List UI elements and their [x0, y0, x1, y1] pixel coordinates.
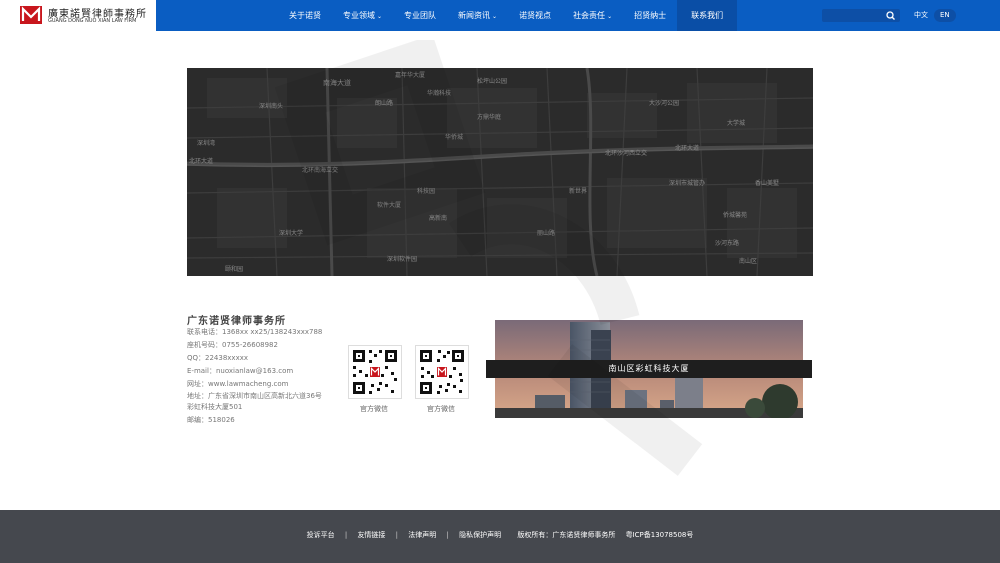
map-label: 北环大道 — [189, 158, 214, 165]
map-label: 松坪山公园 — [477, 78, 508, 85]
map-label: 丽山路 — [537, 230, 556, 237]
footer-link-privacy[interactable]: 隐私保护声明 — [459, 531, 501, 539]
nav-practice-areas[interactable]: 专业领域 ⌄ — [332, 0, 393, 31]
nav-viewpoints[interactable]: 诺贤视点 — [508, 0, 562, 31]
footer-icp[interactable]: 粤ICP备13078508号 — [626, 531, 694, 539]
nav-news[interactable]: 新闻资讯 ⌄ — [447, 0, 508, 31]
map-label: 深圳软件园 — [387, 256, 418, 263]
footer-separator: | — [395, 531, 399, 539]
qr-label: 官方微信 — [427, 405, 455, 413]
chevron-down-icon: ⌄ — [377, 13, 383, 20]
nav-about[interactable]: 关于诺贤 — [278, 0, 332, 31]
location-map[interactable]: 南海大道 嘉年华大厦 松坪山公园 华瀚科技 朗山路 深圳南头 方鼎华庭 北环大道… — [187, 68, 813, 276]
logo[interactable]: 廣東諾賢律師事務所 GUANG DONG NUO XIAN LAW FIRM — [0, 0, 156, 31]
qr-code-icon — [416, 346, 468, 398]
map-label: 深圳市城管办 — [669, 180, 706, 187]
footer-link-friendly-links[interactable]: 友情链接 — [357, 531, 385, 539]
building-caption: 南山区彩虹科技大厦 — [608, 364, 690, 373]
map-label: 颐和园 — [225, 266, 244, 273]
map-label: 沙河东路 — [715, 240, 740, 247]
qr-code-wechat — [348, 345, 402, 399]
map-label: 高新南 — [429, 215, 448, 222]
contact-postcode: 邮编：518026 — [187, 416, 235, 424]
main-nav: 关于诺贤 专业领域 ⌄ 专业团队 新闻资讯 ⌄ 诺贤视点 社会责任 ⌄ 招贤纳士 联系… — [278, 0, 738, 31]
map-label: 南海大道 — [323, 79, 351, 87]
map-label: 北环南海立交 — [302, 167, 339, 174]
nav-careers[interactable]: 招贤纳士 — [623, 0, 677, 31]
contact-website[interactable]: 网址：www.lawmacheng.com — [187, 379, 288, 389]
map-label: 北环大道 — [675, 145, 700, 152]
map-label: 新世界 — [569, 188, 588, 195]
contact-qq: QQ：22438xxxxx — [187, 354, 249, 362]
map-label: 大学城 — [727, 120, 746, 127]
map-label: 华侨城 — [445, 134, 464, 141]
footer-separator: | — [344, 531, 348, 539]
lang-chinese[interactable]: 中文 — [910, 9, 932, 22]
nav-team[interactable]: 专业团队 — [393, 0, 447, 31]
contact-email[interactable]: E-mail：nuoxianlaw@163.com — [187, 366, 293, 376]
contact-address: 地址：广东省深圳市南山区高新北六道36号 — [187, 392, 322, 400]
map-label: 华瀚科技 — [427, 90, 452, 97]
contact-address-line2: 彩虹科技大厦501 — [187, 403, 243, 411]
chevron-down-icon: ⌄ — [607, 13, 613, 20]
top-header: 廣東諾賢律師事務所 GUANG DONG NUO XIAN LAW FIRM 关… — [0, 0, 1000, 31]
map-label: 香山美墅 — [755, 180, 780, 187]
contact-landline: 座机号码：0755-26608982 — [187, 341, 278, 349]
contact-phone: 联系电话：1368xx xx25/138243xxx788 — [187, 328, 323, 336]
map-label: 大沙河公园 — [649, 100, 680, 107]
map-label: 南山区 — [739, 258, 758, 265]
footer-link-complaints[interactable]: 投诉平台 — [307, 531, 335, 539]
footer-copyright: 版权所有：广东诺贤律师事务所 — [517, 531, 616, 539]
firm-name-heading: 广东诺贤律师事务所 — [187, 316, 286, 327]
nav-social-responsibility[interactable]: 社会责任 ⌄ — [562, 0, 623, 31]
qr-label: 官方微信 — [360, 405, 388, 413]
map-label: 深圳湾 — [197, 140, 216, 147]
qr-code-icon — [349, 346, 401, 398]
qr-code-wechat — [415, 345, 469, 399]
chevron-down-icon: ⌄ — [492, 13, 498, 20]
map-label: 方鼎华庭 — [477, 114, 502, 121]
map-label: 深圳南头 — [259, 103, 284, 110]
map-label: 嘉年华大厦 — [395, 72, 426, 79]
footer-separator: | — [446, 531, 449, 539]
map-label: 软件大厦 — [377, 202, 402, 209]
nav-contact[interactable]: 联系我们 — [677, 0, 738, 31]
footer: 投诉平台 | 友情链接 | 法律声明 | 隐私保护声明 版权所有：广东诺贤律师事… — [0, 510, 1000, 563]
logo-mark-icon — [20, 6, 42, 24]
logo-text-en: GUANG DONG NUO XIAN LAW FIRM — [48, 18, 137, 24]
map-label: 深圳大学 — [279, 230, 304, 237]
map-label: 侨城馨苑 — [723, 212, 748, 219]
footer-links: 投诉平台 | 友情链接 | 法律声明 | 隐私保护声明 版权所有：广东诺贤律师事… — [0, 510, 1000, 563]
lang-english[interactable]: EN — [934, 9, 956, 22]
footer-link-legal[interactable]: 法律声明 — [408, 531, 436, 539]
search-icon[interactable] — [881, 9, 900, 22]
map-label: 科技园 — [417, 188, 436, 195]
map-label: 朗山路 — [375, 100, 394, 107]
map-label: 北环沙河西立交 — [605, 150, 648, 157]
